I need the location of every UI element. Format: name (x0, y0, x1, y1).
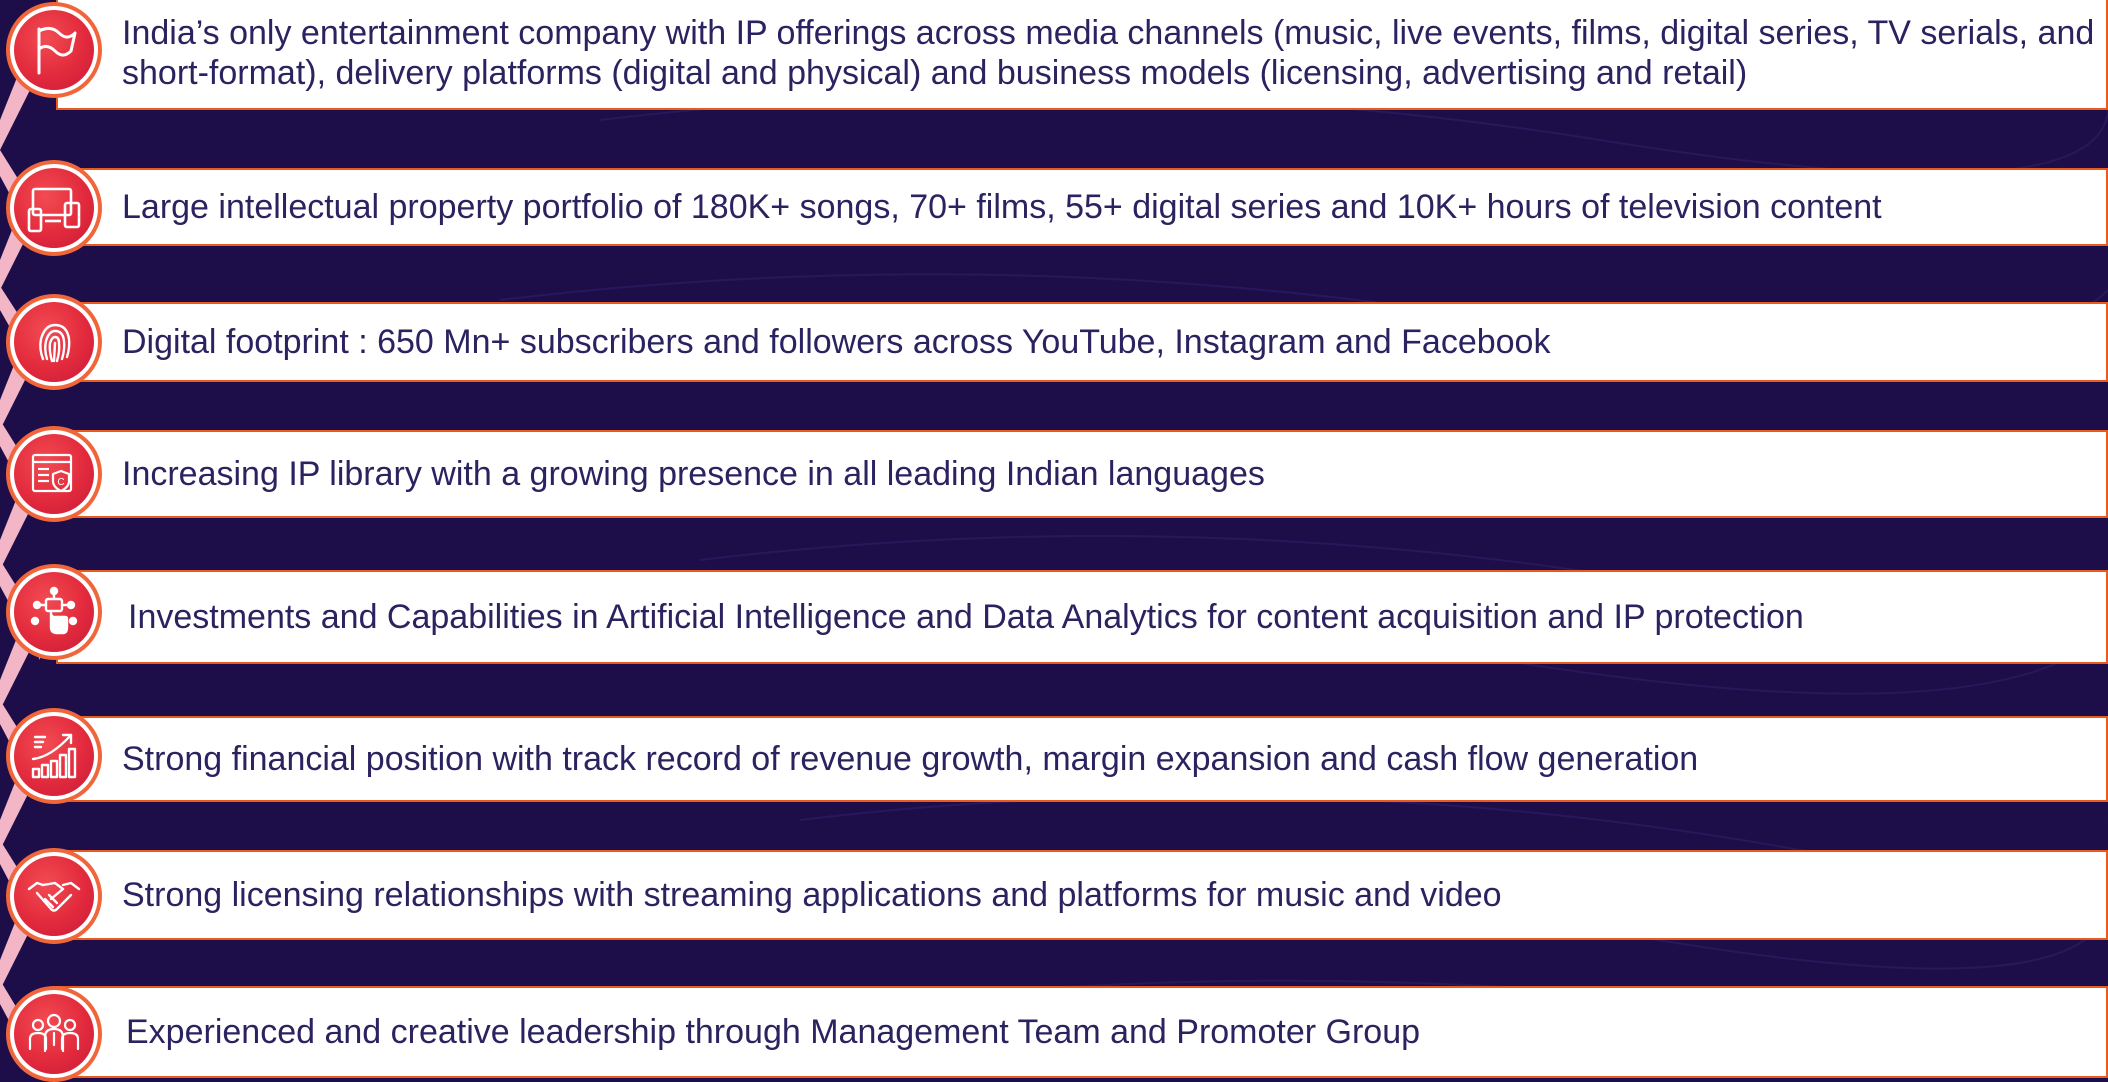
highlight-box-4: Increasing IP library with a growing pre… (56, 430, 2108, 518)
devices-icon (27, 187, 81, 233)
flag-icon (37, 26, 77, 75)
highlight-text-7: Strong licensing relationships with stre… (122, 876, 1502, 914)
highlight-icon-7 (6, 848, 102, 944)
highlight-icon-6 (6, 708, 102, 804)
highlight-text-1: India’s only entertainment company with … (122, 14, 2095, 92)
highlight-icon-1 (6, 2, 102, 98)
highlight-box-1: India’s only entertainment company with … (56, 0, 2108, 110)
highlight-icon-8 (6, 986, 102, 1082)
highlight-text-2: Large intellectual property portfolio of… (122, 188, 1882, 226)
highlight-text-3: Digital footprint : 650 Mn+ subscribers … (122, 323, 1551, 361)
highlight-icon-2 (6, 160, 102, 256)
highlight-box-2: Large intellectual property portfolio of… (56, 168, 2108, 246)
highlight-icon-3 (6, 294, 102, 390)
highlight-box-8: Experienced and creative leadership thro… (56, 986, 2108, 1078)
highlight-text-4: Increasing IP library with a growing pre… (122, 455, 1265, 493)
highlight-text-6: Strong financial position with track rec… (122, 740, 1699, 778)
team-icon (28, 1013, 80, 1053)
highlight-text-5: Investments and Capabilities in Artifici… (128, 598, 1804, 636)
highlight-box-3: Digital footprint : 650 Mn+ subscribers … (56, 302, 2108, 382)
highlight-box-7: Strong licensing relationships with stre… (56, 850, 2108, 940)
handshake-icon (27, 881, 81, 912)
highlight-box-5: Investments and Capabilities in Artifici… (56, 570, 2108, 664)
ai-network-icon (30, 586, 78, 635)
fingerprint-icon (39, 323, 71, 363)
highlight-box-6: Strong financial position with track rec… (56, 716, 2108, 802)
highlight-icon-4: C (6, 426, 102, 522)
highlight-icon-5 (6, 564, 102, 660)
growth-chart-icon (31, 733, 77, 779)
ip-library-icon: C (31, 453, 73, 493)
svg-text:C: C (57, 477, 64, 488)
highlight-text-8: Experienced and creative leadership thro… (126, 1013, 1421, 1051)
